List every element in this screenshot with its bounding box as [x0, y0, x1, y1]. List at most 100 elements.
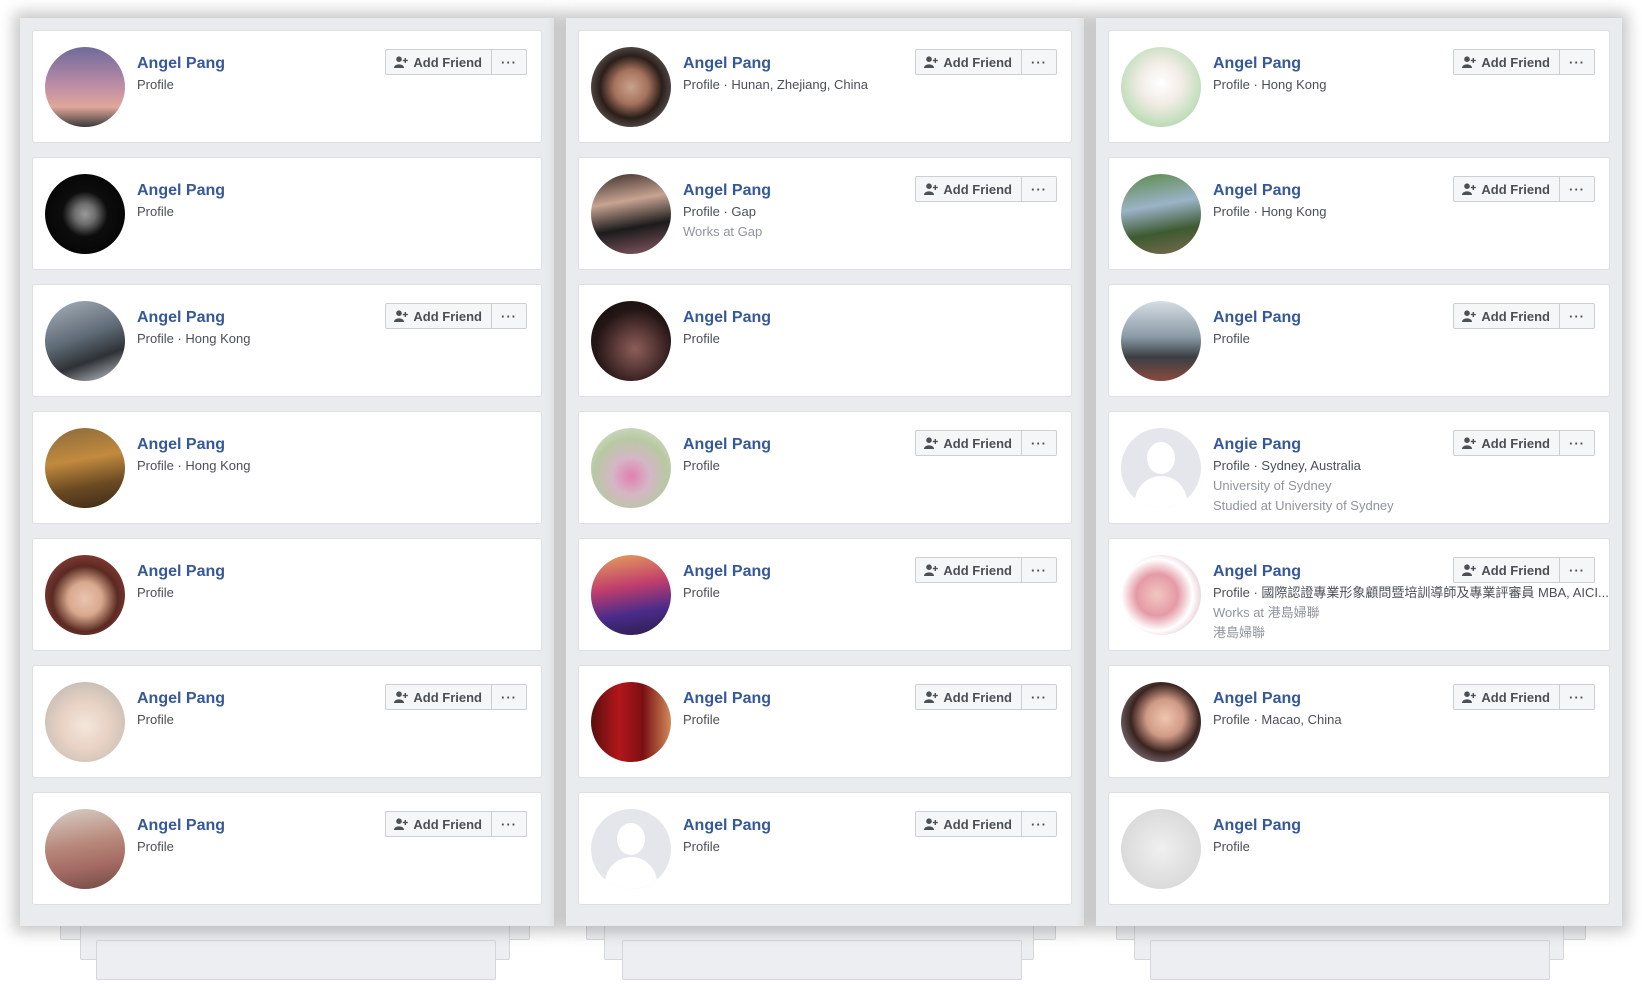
profile-name-link[interactable]: Angel Pang — [137, 53, 391, 75]
profile-avatar[interactable] — [1121, 301, 1201, 381]
more-options-button[interactable]: ··· — [1021, 811, 1057, 837]
profile-avatar[interactable] — [1121, 555, 1201, 635]
profile-name-link[interactable]: Angel Pang — [137, 688, 391, 710]
profile-name-link[interactable]: Angel Pang — [1213, 307, 1459, 329]
result-info: Angel Pang Profile · 國際認證專業形象顧問暨培訓導師及專業評審… — [1213, 561, 1609, 643]
profile-avatar[interactable] — [45, 174, 125, 254]
profile-avatar[interactable] — [591, 47, 671, 127]
profile-summary: Profile — [137, 712, 174, 727]
profile-summary: Profile · Sydney, Australia — [1213, 458, 1361, 473]
more-options-button[interactable]: ··· — [1559, 430, 1595, 456]
profile-name-link[interactable]: Angel Pang — [137, 307, 391, 329]
add-friend-button[interactable]: Add Friend — [915, 49, 1021, 75]
add-friend-button[interactable]: Add Friend — [1453, 176, 1559, 202]
search-result-card: Angel Pang Profile · Hong Kong Add Friend ·… — [32, 284, 542, 397]
add-friend-button[interactable]: Add Friend — [1453, 430, 1559, 456]
more-options-button[interactable]: ··· — [1021, 49, 1057, 75]
search-result-card: Angel Pang Profile · Hong Kong — [32, 411, 542, 524]
profile-name-link[interactable]: Angel Pang — [683, 180, 921, 202]
add-friend-button[interactable]: Add Friend — [915, 684, 1021, 710]
profile-name-link[interactable]: Angel Pang — [1213, 815, 1459, 837]
result-info: Angel Pang Profile — [1213, 307, 1459, 349]
profile-name-link[interactable]: Angel Pang — [137, 561, 391, 583]
profile-summary: Profile — [683, 712, 720, 727]
profile-avatar[interactable] — [1121, 809, 1201, 889]
profile-avatar[interactable] — [591, 428, 671, 508]
profile-avatar[interactable] — [45, 682, 125, 762]
more-options-button[interactable]: ··· — [1559, 176, 1595, 202]
add-friend-button[interactable]: Add Friend — [915, 430, 1021, 456]
more-options-button[interactable]: ··· — [1559, 303, 1595, 329]
profile-avatar[interactable] — [1121, 428, 1201, 508]
add-friend-button[interactable]: Add Friend — [385, 811, 491, 837]
more-options-button[interactable]: ··· — [1021, 430, 1057, 456]
profile-avatar[interactable] — [1121, 682, 1201, 762]
profile-avatar[interactable] — [45, 809, 125, 889]
profile-avatar[interactable] — [45, 47, 125, 127]
profile-name-link[interactable]: Angel Pang — [1213, 688, 1459, 710]
friend-actions: Add Friend ··· — [1453, 557, 1595, 583]
add-friend-button[interactable]: Add Friend — [915, 557, 1021, 583]
profile-avatar[interactable] — [45, 555, 125, 635]
profile-summary: Profile — [137, 77, 174, 92]
profile-avatar[interactable] — [45, 428, 125, 508]
add-friend-button[interactable]: Add Friend — [1453, 557, 1559, 583]
more-options-button[interactable]: ··· — [1021, 684, 1057, 710]
more-options-button[interactable]: ··· — [1559, 684, 1595, 710]
profile-name-link[interactable]: Angel Pang — [683, 561, 921, 583]
add-friend-icon — [394, 818, 409, 830]
more-options-button[interactable]: ··· — [1021, 557, 1057, 583]
profile-name-link[interactable]: Angel Pang — [137, 180, 391, 202]
profile-name-link[interactable]: Angel Pang — [683, 815, 921, 837]
add-friend-label: Add Friend — [1481, 181, 1550, 197]
add-friend-label: Add Friend — [1481, 54, 1550, 70]
profile-name-link[interactable]: Angel Pang — [683, 688, 921, 710]
profile-name-link[interactable]: Angel Pang — [683, 434, 921, 456]
search-results-collage: Angel Pang Profile Add Friend ··· Angel Pang… — [0, 0, 1642, 1007]
search-result-card: Angel Pang Profile Add Friend ··· — [578, 538, 1072, 651]
add-friend-button[interactable]: Add Friend — [1453, 684, 1559, 710]
profile-avatar[interactable] — [591, 301, 671, 381]
search-result-card: Angel Pang Profile Add Friend ··· — [32, 792, 542, 905]
add-friend-label: Add Friend — [413, 689, 482, 705]
profile-name-link[interactable]: Angel Pang — [1213, 53, 1459, 75]
add-friend-icon — [1462, 310, 1477, 322]
profile-name-link[interactable]: Angie Pang — [1213, 434, 1459, 456]
more-options-button[interactable]: ··· — [1559, 557, 1595, 583]
add-friend-icon — [1462, 691, 1477, 703]
more-options-button[interactable]: ··· — [1021, 176, 1057, 202]
more-options-button[interactable]: ··· — [491, 811, 527, 837]
more-options-button[interactable]: ··· — [491, 49, 527, 75]
friend-actions: Add Friend ··· — [1453, 49, 1595, 75]
add-friend-button[interactable]: Add Friend — [1453, 303, 1559, 329]
result-info: Angel Pang Profile — [683, 561, 921, 603]
profile-name-link[interactable]: Angel Pang — [137, 434, 391, 456]
profile-avatar[interactable] — [1121, 174, 1201, 254]
add-friend-button[interactable]: Add Friend — [385, 684, 491, 710]
profile-name-link[interactable]: Angel Pang — [1213, 180, 1459, 202]
more-options-button[interactable]: ··· — [1559, 49, 1595, 75]
profile-avatar[interactable] — [45, 301, 125, 381]
profile-avatar[interactable] — [1121, 47, 1201, 127]
more-options-button[interactable]: ··· — [491, 303, 527, 329]
add-friend-label: Add Friend — [943, 181, 1012, 197]
profile-avatar[interactable] — [591, 174, 671, 254]
search-result-card: Angel Pang Profile Add Friend ··· — [32, 665, 542, 778]
search-result-card: Angel Pang Profile — [578, 284, 1072, 397]
add-friend-label: Add Friend — [1481, 308, 1550, 324]
profile-name-link[interactable]: Angel Pang — [683, 53, 921, 75]
more-options-button[interactable]: ··· — [491, 684, 527, 710]
friend-actions: Add Friend ··· — [915, 684, 1057, 710]
add-friend-button[interactable]: Add Friend — [385, 49, 491, 75]
add-friend-button[interactable]: Add Friend — [915, 176, 1021, 202]
search-result-card: Angel Pang Profile — [32, 157, 542, 270]
profile-name-link[interactable]: Angel Pang — [1213, 561, 1459, 583]
profile-name-link[interactable]: Angel Pang — [137, 815, 391, 837]
add-friend-button[interactable]: Add Friend — [1453, 49, 1559, 75]
profile-avatar[interactable] — [591, 555, 671, 635]
profile-name-link[interactable]: Angel Pang — [683, 307, 921, 329]
add-friend-button[interactable]: Add Friend — [915, 811, 1021, 837]
profile-avatar[interactable] — [591, 682, 671, 762]
profile-avatar[interactable] — [591, 809, 671, 889]
add-friend-button[interactable]: Add Friend — [385, 303, 491, 329]
